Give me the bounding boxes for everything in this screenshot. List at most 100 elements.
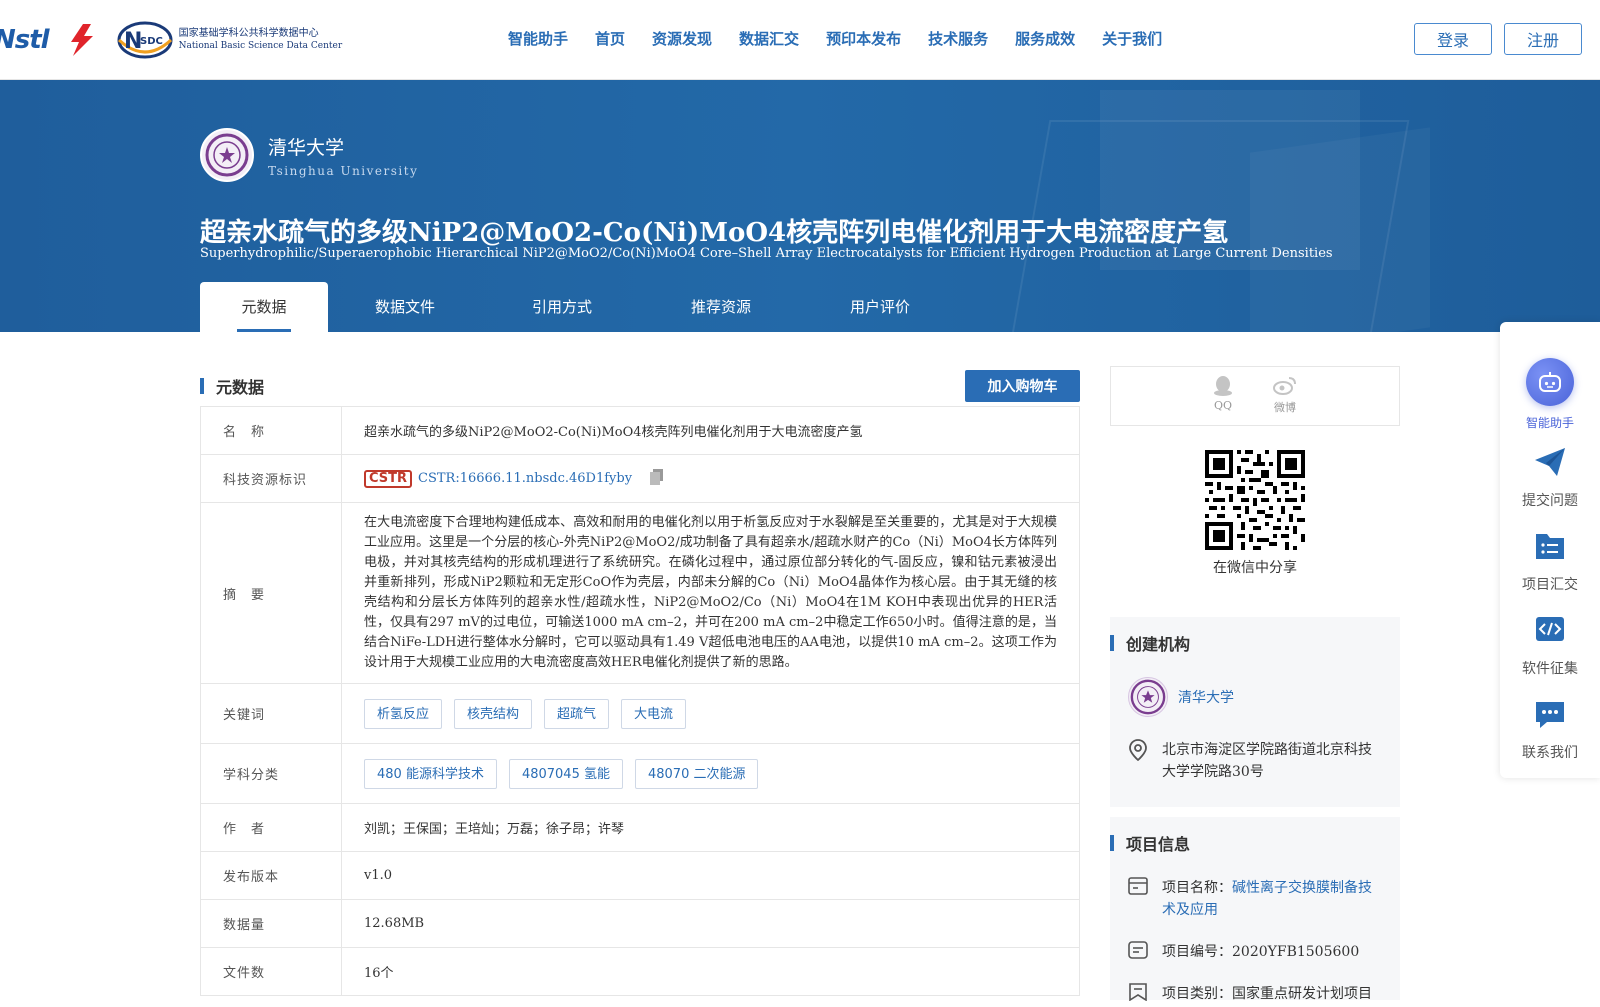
project-collect-label: 项目汇交 xyxy=(1522,577,1578,593)
nstl-logo[interactable]: Nstl xyxy=(0,25,50,55)
section-title: 元数据 xyxy=(216,378,265,397)
code-icon xyxy=(1536,617,1564,641)
subject-tag[interactable]: 480 能源科学技术 xyxy=(364,758,497,789)
register-button[interactable]: 注册 xyxy=(1504,23,1582,55)
data-size-value: 12.68MB xyxy=(341,899,1080,948)
dataset-name-value: 超亲水疏气的多级NiP2@MoO2-Co(Ni)MoO4核壳阵列电催化剂用于大电… xyxy=(341,406,1080,455)
row-label: 关键词 xyxy=(200,683,342,744)
table-row: 科技资源标识 CSTR CSTR:16666.11.nbsdc.46D1fyby xyxy=(200,454,1080,503)
org-name-link[interactable]: 清华大学 xyxy=(1178,687,1234,707)
section-accent-bar xyxy=(200,378,204,394)
org-address: 北京市海淀区学院路街道北京科技大学学院路30号 xyxy=(1162,742,1372,780)
assistant-button[interactable]: 智能助手 xyxy=(1500,358,1600,431)
auth-buttons: 登录 注册 xyxy=(1414,23,1582,55)
institution-name-cn[interactable]: 清华大学 xyxy=(268,133,418,160)
qq-icon xyxy=(1213,375,1233,399)
location-pin-icon xyxy=(1128,739,1148,783)
nav-assistant[interactable]: 智能助手 xyxy=(508,28,568,49)
table-row: 文件数 16个 xyxy=(200,947,1080,996)
nav-home[interactable]: 首页 xyxy=(595,28,625,49)
qr-caption: 在微信中分享 xyxy=(1213,560,1297,576)
nsdc-name-en: National Basic Science Data Center xyxy=(178,41,343,51)
nav-tech-service[interactable]: 技术服务 xyxy=(928,28,988,49)
keyword-tag[interactable]: 大电流 xyxy=(621,698,687,729)
add-to-cart-button[interactable]: 加入购物车 xyxy=(965,370,1080,402)
floating-sidebar: 智能助手 提交问题 项目汇交 软件征集 联系我们 xyxy=(1500,322,1600,778)
dataset-hero: 清华大学 Tsinghua University 超亲水疏气的多级NiP2@Mo… xyxy=(0,80,1600,332)
nav-data-submit[interactable]: 数据汇交 xyxy=(739,28,799,49)
tsinghua-seal-icon xyxy=(200,128,254,182)
table-row: 摘 要 在大电流密度下合理地构建低成本、高效和耐用的电催化剂以用于析氢反应对于水… xyxy=(200,502,1080,684)
partner-logo-icon[interactable] xyxy=(63,22,101,58)
weibo-icon xyxy=(1273,375,1297,399)
share-qq-label: QQ xyxy=(1213,399,1233,412)
project-card-icon xyxy=(1128,877,1148,921)
tab-recommended[interactable]: 推荐资源 xyxy=(642,282,800,332)
submit-issue-label: 提交问题 xyxy=(1522,493,1578,509)
table-row: 发布版本 v1.0 xyxy=(200,851,1080,900)
nav-service-results[interactable]: 服务成效 xyxy=(1015,28,1075,49)
assistant-label: 智能助手 xyxy=(1525,416,1574,430)
keyword-tag[interactable]: 核壳结构 xyxy=(454,698,533,729)
share-qq-button[interactable]: QQ xyxy=(1213,375,1233,425)
project-number-icon xyxy=(1128,941,1148,965)
org-card: 创建机构 清华大学 北京市海淀区学院路街道北京科技大学学院路30号 xyxy=(1110,617,1400,807)
section-accent-bar xyxy=(1110,635,1114,651)
row-label: 学科分类 xyxy=(200,743,342,804)
tab-citation[interactable]: 引用方式 xyxy=(482,282,642,332)
cstr-link[interactable]: CSTR:16666.11.nbsdc.46D1fyby xyxy=(418,471,632,486)
tab-user-reviews[interactable]: 用户评价 xyxy=(800,282,960,332)
project-collect-button[interactable]: 项目汇交 xyxy=(1500,530,1600,594)
nav-about[interactable]: 关于我们 xyxy=(1102,28,1162,49)
main-nav: 智能助手 首页 资源发现 数据汇交 预印本发布 技术服务 服务成效 关于我们 xyxy=(508,28,1189,49)
project-type-icon xyxy=(1128,983,1148,1007)
project-type: 项目类别：国家重点研发计划项目 xyxy=(1162,986,1372,1002)
hero-decoration xyxy=(1250,127,1430,332)
share-weibo-label: 微博 xyxy=(1274,401,1296,414)
software-collect-button[interactable]: 软件征集 xyxy=(1500,614,1600,678)
tab-metadata[interactable]: 元数据 xyxy=(200,282,328,332)
keyword-tag[interactable]: 超疏气 xyxy=(544,698,610,729)
tab-data-files[interactable]: 数据文件 xyxy=(328,282,482,332)
table-row: 作 者 刘凯；王保国；王培灿；万磊；徐子昂；许琴 xyxy=(200,803,1080,852)
metadata-table: 名 称 超亲水疏气的多级NiP2@MoO2-Co(Ni)MoO4核壳阵列电催化剂… xyxy=(200,406,1080,996)
list-folder-icon xyxy=(1536,534,1564,559)
file-count-value: 16个 xyxy=(341,947,1080,996)
software-collect-label: 软件征集 xyxy=(1522,661,1578,677)
contact-button[interactable]: 联系我们 xyxy=(1500,698,1600,762)
copy-icon[interactable] xyxy=(650,468,664,489)
section-accent-bar xyxy=(1110,835,1114,851)
project-card: 项目信息 项目名称：碱性离子交换膜制备技术及应用 项目编号：2020YFB150… xyxy=(1110,817,1400,1002)
nav-resources[interactable]: 资源发现 xyxy=(652,28,712,49)
row-label: 科技资源标识 xyxy=(200,454,342,503)
institution-name-en: Tsinghua University xyxy=(268,163,419,178)
subject-tag[interactable]: 4807045 氢能 xyxy=(508,758,623,789)
nsdc-logo[interactable]: N SDC 国家基础学科公共科学数据中心 National Basic Scie… xyxy=(115,20,343,60)
row-label: 数据量 xyxy=(200,899,342,948)
wechat-qr-code xyxy=(1205,450,1305,550)
metadata-section-header: 元数据 xyxy=(200,374,264,398)
row-label: 文件数 xyxy=(200,947,342,996)
version-value: v1.0 xyxy=(341,851,1080,900)
authors-value: 刘凯；王保国；王培灿；万磊；徐子昂；许琴 xyxy=(341,803,1080,852)
cstr-logo-icon: CSTR xyxy=(364,469,413,488)
paper-plane-icon xyxy=(1535,448,1565,476)
table-row: 数据量 12.68MB xyxy=(200,899,1080,948)
submit-issue-button[interactable]: 提交问题 xyxy=(1500,446,1600,510)
subject-tag[interactable]: 48070 二次能源 xyxy=(634,758,759,789)
logo-group: Nstl N SDC 国家基础学科公共科学数据中心 National Basic… xyxy=(0,18,342,62)
tsinghua-seal-icon xyxy=(1128,677,1168,717)
abstract-value: 在大电流密度下合理地构建低成本、高效和耐用的电催化剂以用于析氢反应对于水裂解是至… xyxy=(341,502,1080,684)
share-weibo-button[interactable]: 微博 xyxy=(1273,375,1297,425)
top-bar: Nstl N SDC 国家基础学科公共科学数据中心 National Basic… xyxy=(0,0,1600,80)
project-name-label: 项目名称： xyxy=(1162,880,1232,896)
row-label: 摘 要 xyxy=(200,502,342,684)
contact-label: 联系我们 xyxy=(1522,745,1578,761)
login-button[interactable]: 登录 xyxy=(1414,23,1492,55)
keyword-tag[interactable]: 析氢反应 xyxy=(364,698,443,729)
robot-icon xyxy=(1526,358,1574,406)
nav-preprint[interactable]: 预印本发布 xyxy=(826,28,901,49)
dataset-title-en: Superhydrophilic/Superaerophobic Hierarc… xyxy=(200,246,1333,261)
project-number: 项目编号：2020YFB1505600 xyxy=(1162,944,1360,960)
dataset-title-cn: 超亲水疏气的多级NiP2@MoO2-Co(Ni)MoO4核壳阵列电催化剂用于大电… xyxy=(200,218,1229,248)
